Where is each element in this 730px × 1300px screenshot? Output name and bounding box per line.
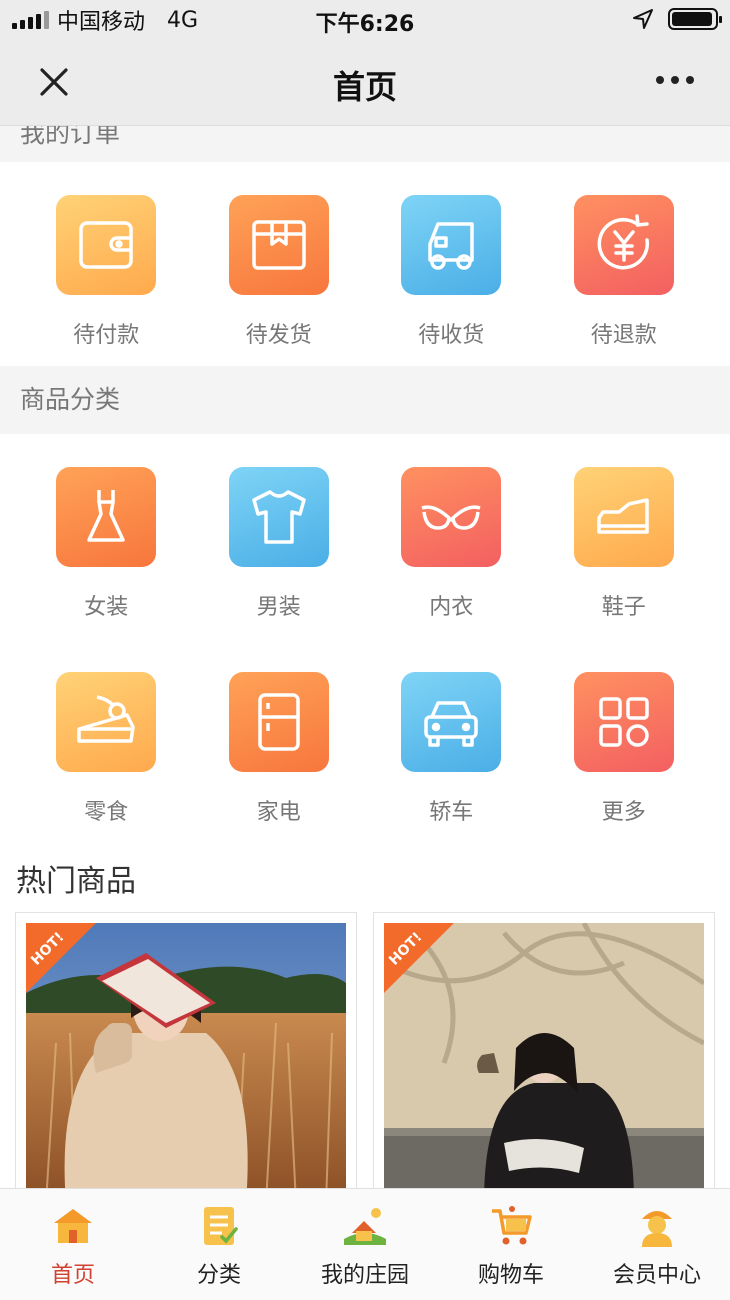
order-pending-shipment[interactable]: 待发货 [193, 195, 366, 349]
signal-icon [12, 11, 49, 29]
more-grid-icon [573, 672, 674, 772]
battery-icon [668, 8, 722, 30]
tab-cart[interactable]: 购物车 [438, 1189, 584, 1300]
category-more-label: 更多 [601, 800, 646, 825]
order-pending-payment[interactable]: 待付款 [20, 195, 193, 349]
categories-section-header: 商品分类 [0, 366, 730, 434]
tab-category[interactable]: 分类 [146, 1189, 292, 1300]
network-type: 4G [167, 7, 199, 33]
cake-icon [56, 672, 157, 772]
package-icon [228, 195, 329, 295]
hot-badge: HOT! [384, 923, 454, 993]
hot-badge: HOT! [26, 923, 96, 993]
category-snacks[interactable]: 零食 [20, 672, 193, 826]
category-men-label: 男装 [256, 595, 301, 620]
orders-section-header: 我的订单 [0, 126, 730, 162]
category-list-icon [204, 1207, 238, 1245]
page-title: 首页 [332, 68, 397, 106]
tab-farm[interactable]: 我的庄园 [292, 1189, 438, 1300]
tab-cart-label: 购物车 [477, 1263, 544, 1288]
bottom-tab-bar: 首页 分类 我的庄园 购物车 会员中心 [0, 1188, 730, 1300]
carrier-name: 中国移动 [57, 10, 146, 35]
category-appliances-label: 家电 [256, 800, 301, 825]
category-underwear[interactable]: 内衣 [365, 467, 538, 621]
refund-yen-icon [573, 195, 674, 295]
category-snacks-label: 零食 [84, 800, 129, 825]
category-men[interactable]: 男装 [193, 467, 366, 621]
home-icon [54, 1209, 92, 1243]
battery-level [672, 12, 712, 26]
product-card[interactable]: HOT! [15, 912, 357, 1202]
car-icon [401, 672, 502, 772]
category-row-2: 零食 家电 轿车 更多 [20, 672, 710, 826]
order-pending-refund-label: 待退款 [590, 323, 657, 348]
product-card[interactable]: HOT! [373, 912, 715, 1202]
tab-member-label: 会员中心 [612, 1263, 701, 1288]
farm-icon [344, 1208, 386, 1245]
category-women[interactable]: 女装 [20, 467, 193, 621]
hot-products-title: 热门商品 [16, 864, 136, 899]
order-status-row: 待付款 待发货 待收货 待退款 [20, 195, 710, 349]
category-row-1: 女装 男装 内衣 鞋子 [20, 467, 710, 621]
member-icon [642, 1211, 672, 1247]
category-more[interactable]: 更多 [538, 672, 711, 826]
order-pending-shipment-label: 待发货 [245, 323, 312, 348]
shoe-icon [573, 467, 674, 567]
more-icon[interactable] [656, 76, 694, 84]
category-shoes-label: 鞋子 [601, 595, 646, 620]
fridge-icon [228, 672, 329, 772]
tshirt-icon [228, 467, 329, 567]
location-arrow-icon [633, 9, 653, 29]
tab-home-label: 首页 [50, 1263, 95, 1288]
category-women-label: 女装 [84, 595, 129, 620]
wallet-icon [56, 195, 157, 295]
orders-header-text: 我的订单 [20, 126, 121, 148]
status-bar: 中国移动 4G 下午6:26 [0, 0, 730, 40]
bra-icon [401, 467, 502, 567]
close-icon[interactable] [36, 64, 72, 100]
tab-member[interactable]: 会员中心 [584, 1189, 730, 1300]
dress-icon [56, 467, 157, 567]
category-shoes[interactable]: 鞋子 [538, 467, 711, 621]
categories-header-text: 商品分类 [20, 385, 121, 414]
order-pending-receipt-label: 待收货 [418, 323, 485, 348]
category-appliances[interactable]: 家电 [193, 672, 366, 826]
category-cars[interactable]: 轿车 [365, 672, 538, 826]
category-underwear-label: 内衣 [429, 595, 474, 620]
order-pending-payment-label: 待付款 [73, 323, 140, 348]
navigation-bar: 首页 [0, 40, 730, 126]
order-pending-refund[interactable]: 待退款 [538, 195, 711, 349]
truck-icon [401, 195, 502, 295]
tab-category-label: 分类 [196, 1263, 241, 1288]
tab-home[interactable]: 首页 [0, 1189, 146, 1300]
order-pending-receipt[interactable]: 待收货 [365, 195, 538, 349]
category-cars-label: 轿车 [429, 800, 474, 825]
cart-icon [492, 1206, 532, 1245]
tab-farm-label: 我的庄园 [320, 1263, 409, 1288]
